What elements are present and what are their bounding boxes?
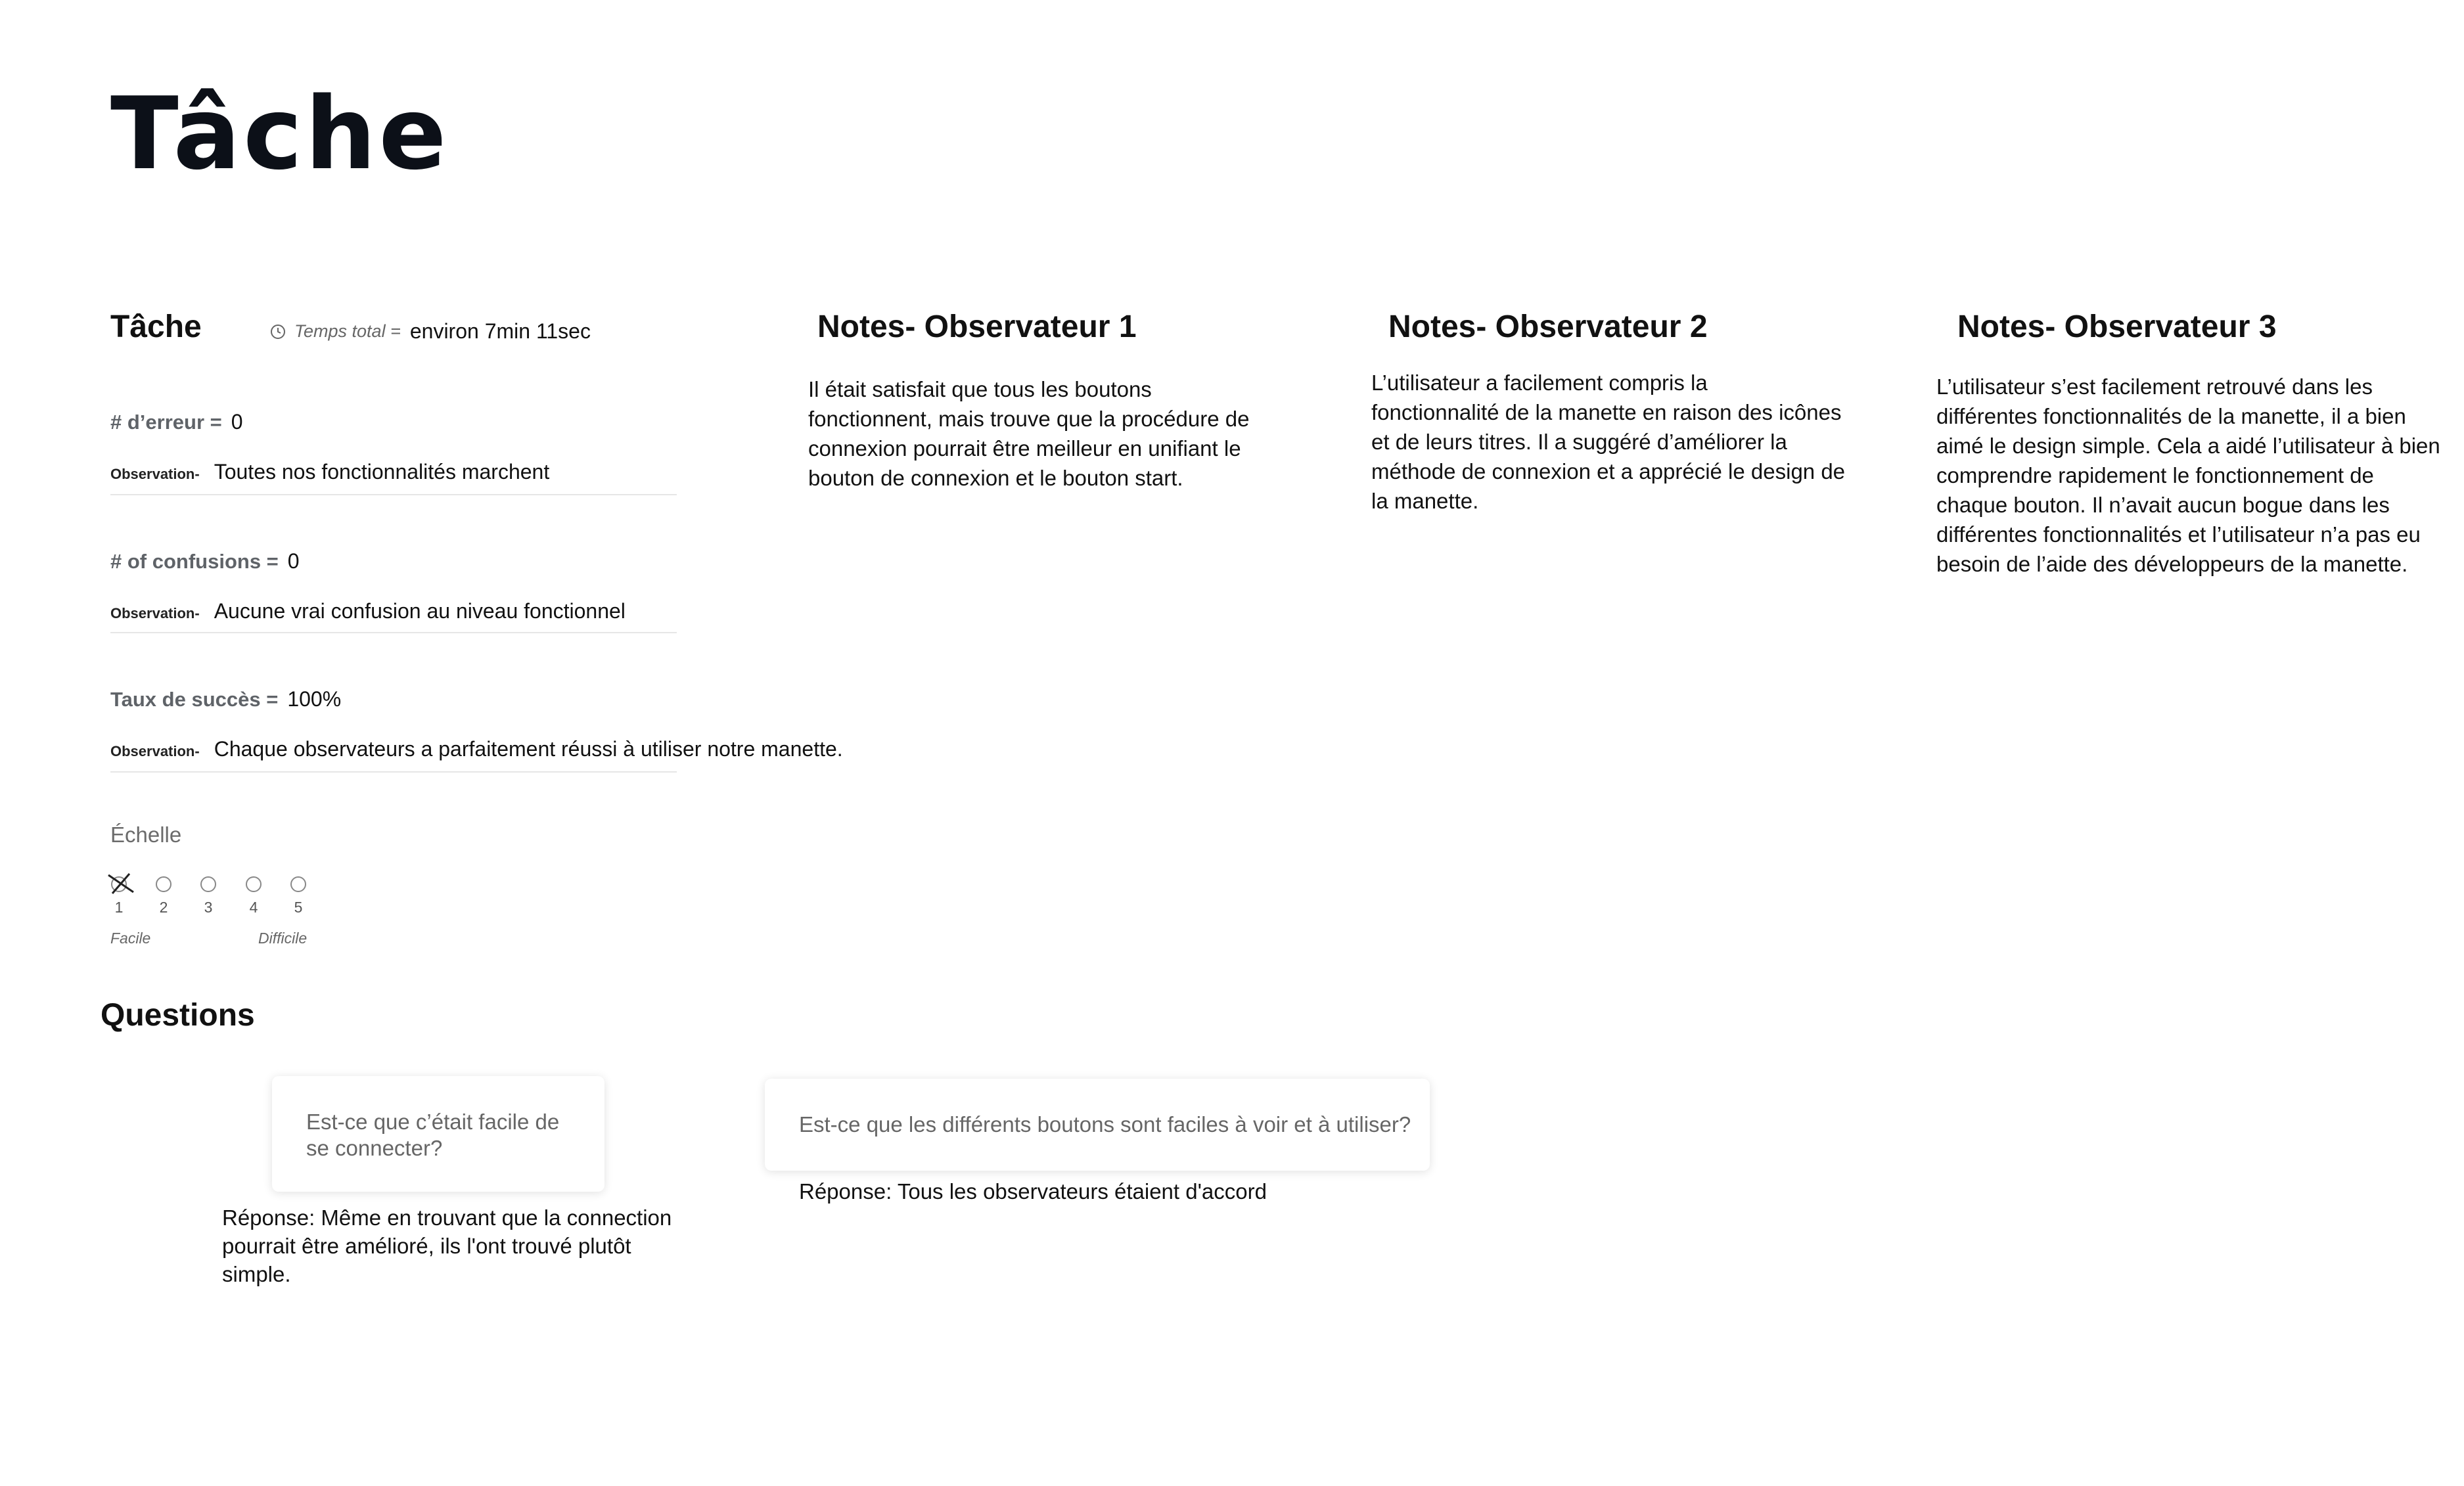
confusion-observation: Observation- Aucune vrai confusion au ni…	[110, 599, 626, 623]
note-line: Il était satisfait que tous les boutons	[808, 377, 1152, 401]
answer: Réponse: Tous les observateurs étaient d…	[799, 1177, 1267, 1205]
observer-1-notes: Il était satisfait que tous les boutons …	[808, 374, 1249, 493]
note-line: connexion pourrait être meilleur en unif…	[808, 436, 1241, 461]
question-line: Est-ce que c’était facile de	[306, 1110, 560, 1134]
note-line: comprendre rapidement le fonctionnement …	[1936, 463, 2374, 487]
error-observation: Observation- Toutes nos fonctionnalités …	[110, 460, 549, 484]
success-observation-label: Observation-	[110, 743, 200, 759]
scale-number: 1	[114, 899, 124, 916]
questions-heading: Questions	[101, 998, 255, 1033]
total-time-value: environ 7min 11sec	[409, 319, 591, 343]
scale-option-5[interactable]: 5	[288, 876, 308, 916]
answer: Réponse: Même en trouvant que la connect…	[222, 1204, 672, 1288]
question-line: Est-ce que les différents boutons sont f…	[799, 1112, 1411, 1137]
scale-number: 4	[249, 899, 258, 916]
divider	[110, 632, 677, 633]
timer-icon	[271, 324, 285, 339]
note-line: chaque bouton. Il n’avait aucun bogue da…	[1936, 493, 2390, 517]
question-card: Est-ce que c’était facile de se connecte…	[272, 1076, 605, 1192]
success-rate-value: 100%	[287, 687, 342, 711]
divider	[110, 771, 677, 773]
observer-3-heading: Notes- Observateur 3	[1957, 309, 2277, 344]
error-count-value: 0	[231, 410, 243, 434]
scale-option-4[interactable]: 4	[244, 876, 263, 916]
answer-line: Réponse: Même en trouvant que la connect…	[222, 1205, 672, 1230]
note-line: la manette.	[1371, 489, 1479, 513]
note-line: L’utilisateur a facilement compris la	[1371, 371, 1708, 395]
scale-option-3[interactable]: 3	[198, 876, 218, 916]
answer-line: Réponse: Tous les observateurs étaient d…	[799, 1179, 1267, 1204]
note-line: fonctionnent, mais trouve que la procédu…	[808, 407, 1250, 431]
scale-option-2[interactable]: 2	[154, 876, 173, 916]
radio-button[interactable]	[200, 876, 216, 892]
question-card: Est-ce que les différents boutons sont f…	[765, 1079, 1430, 1171]
confusion-count-label: # of confusions =	[110, 550, 279, 573]
answer-line: simple.	[222, 1262, 291, 1286]
success-rate: Taux de succès = 100%	[110, 687, 341, 711]
divider	[110, 494, 677, 495]
question-line: se connecter?	[306, 1136, 443, 1160]
note-line: différentes fonctionnalités de la manett…	[1936, 404, 2406, 428]
note-line: bouton de connexion et le bouton start.	[808, 466, 1183, 490]
confusion-observation-text: Aucune vrai confusion au niveau fonction…	[214, 599, 626, 623]
cross-mark-icon	[108, 873, 134, 894]
task-heading: Tâche	[110, 309, 202, 344]
radio-button[interactable]	[156, 876, 171, 892]
error-observation-text: Toutes nos fonctionnalités marchent	[214, 460, 550, 484]
scale-number: 5	[294, 899, 303, 916]
observer-3-notes: L’utilisateur s’est facilement retrouvé …	[1936, 372, 2440, 579]
answer-line: pourrait être amélioré, ils l'ont trouvé…	[222, 1234, 631, 1258]
note-line: L’utilisateur s’est facilement retrouvé …	[1936, 374, 2373, 399]
page-title: Tâche	[110, 76, 449, 192]
error-count-label: # d’erreur =	[110, 411, 222, 434]
observer-2-heading: Notes- Observateur 2	[1388, 309, 1708, 344]
confusion-count-value: 0	[287, 549, 300, 573]
success-observation: Observation- Chaque observateurs a parfa…	[110, 737, 843, 761]
note-line: besoin de l’aide des développeurs de la …	[1936, 552, 2408, 576]
observer-1-heading: Notes- Observateur 1	[817, 309, 1137, 344]
scale-low-label: Facile	[110, 930, 151, 947]
note-line: différentes fonctionnalités et l’utilisa…	[1936, 522, 2421, 547]
note-line: et de leurs titres. Il a suggéré d’améli…	[1371, 430, 1787, 454]
note-line: fonctionnalité de la manette en raison d…	[1371, 400, 1842, 424]
success-observation-text: Chaque observateurs a parfaitement réuss…	[214, 737, 843, 761]
confusion-observation-label: Observation-	[110, 605, 200, 621]
note-line: aimé le design simple. Cela a aidé l’uti…	[1936, 434, 2440, 458]
radio-button[interactable]	[290, 876, 306, 892]
scale-number: 2	[159, 899, 168, 916]
total-time-label: Temps total =	[294, 321, 401, 341]
error-observation-label: Observation-	[110, 466, 200, 482]
scale-number: 3	[204, 899, 213, 916]
total-time: Temps total = environ 7min 11sec	[269, 319, 591, 344]
note-line: méthode de connexion et a apprécié le de…	[1371, 459, 1846, 484]
radio-button-checked[interactable]	[108, 873, 134, 894]
observer-2-notes: L’utilisateur a facilement compris la fo…	[1371, 368, 1845, 516]
success-rate-label: Taux de succès =	[110, 688, 279, 711]
error-count: # d’erreur = 0	[110, 410, 243, 434]
scale-option-1[interactable]: 1	[108, 873, 134, 916]
scale-high-label: Difficile	[258, 930, 308, 947]
confusion-count: # of confusions = 0	[110, 549, 300, 574]
radio-button[interactable]	[246, 876, 262, 892]
scale-title: Échelle	[110, 822, 182, 847]
